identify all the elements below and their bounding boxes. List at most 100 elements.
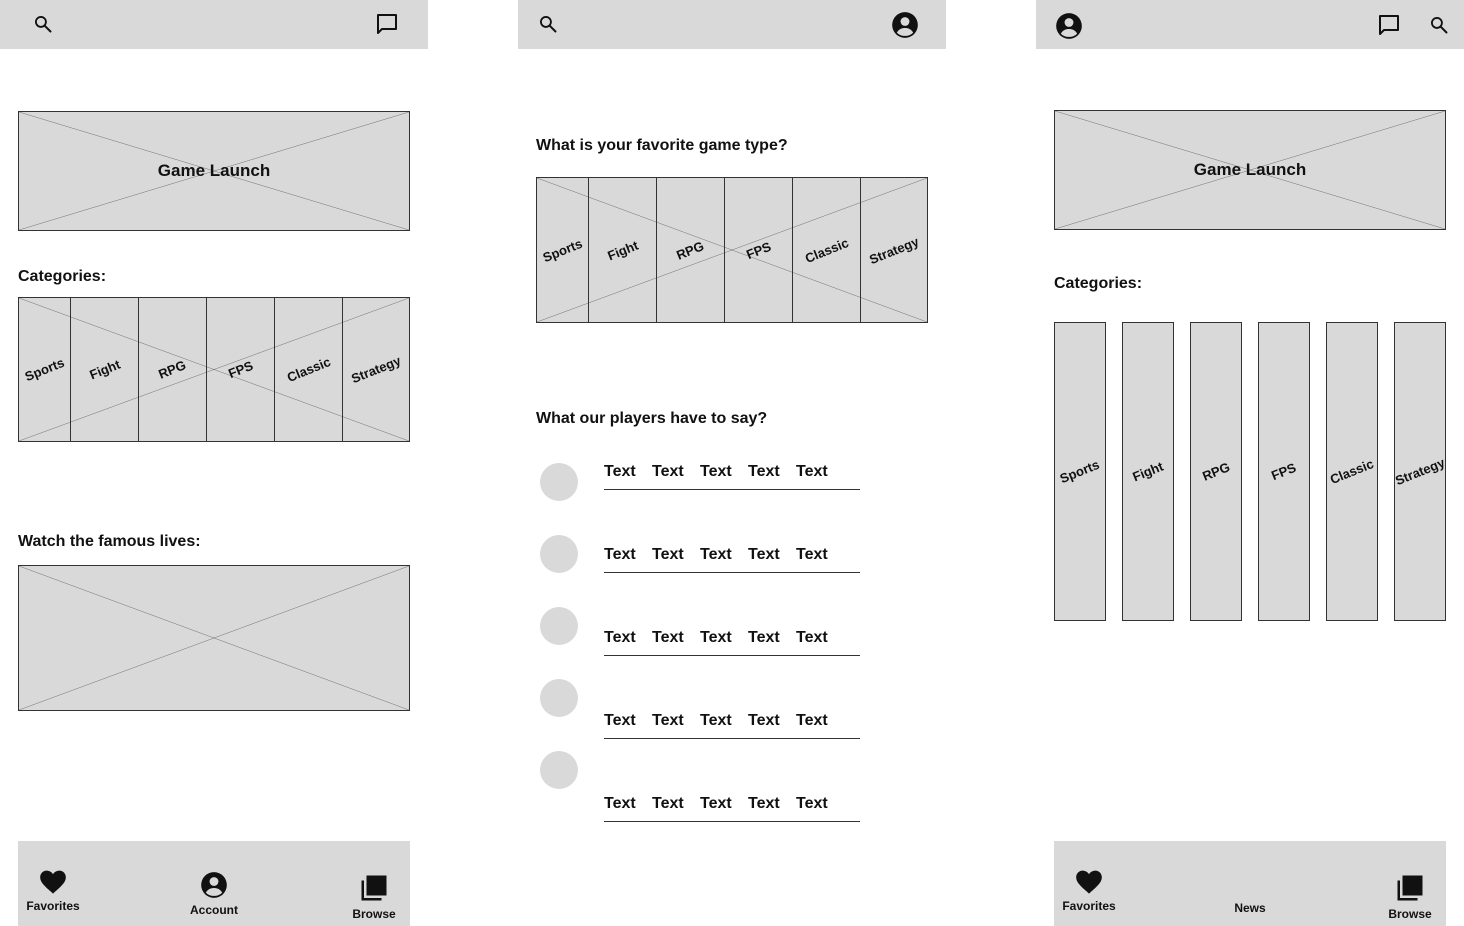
category-tile-fight[interactable]: Fight xyxy=(70,298,138,441)
review-word: Text xyxy=(604,463,636,480)
review-word: Text xyxy=(796,546,828,563)
game-type-label: Sports xyxy=(540,235,585,265)
avatar xyxy=(540,535,578,573)
account-circle-icon xyxy=(201,872,227,898)
game-type-options: Sports Fight RPG FPS Classic Strategy xyxy=(536,177,928,323)
nav-browse-label: Browse xyxy=(1388,907,1432,921)
search-icon[interactable] xyxy=(538,14,558,34)
avatar xyxy=(540,607,578,645)
survey-top-bar xyxy=(518,0,946,49)
search-icon[interactable] xyxy=(33,14,53,34)
category-label: Fight xyxy=(1130,458,1166,485)
review-item: Text Text Text Text Text xyxy=(540,535,870,595)
review-item: Text Text Text Text Text xyxy=(540,751,870,822)
review-word: Text xyxy=(748,795,780,812)
game-type-sports[interactable]: Sports xyxy=(537,178,588,322)
review-divider xyxy=(604,738,860,739)
review-word: Text xyxy=(652,463,684,480)
game-launch-label: Game Launch xyxy=(157,161,271,180)
category-tile-sports[interactable]: Sports xyxy=(19,298,70,441)
review-word: Text xyxy=(796,463,828,480)
category-column-fight[interactable]: Fight xyxy=(1122,322,1174,621)
review-word: Text xyxy=(604,795,636,812)
review-word: Text xyxy=(652,795,684,812)
review-divider xyxy=(604,821,860,822)
category-label: FPS xyxy=(1269,459,1299,484)
category-column-sports[interactable]: Sports xyxy=(1054,322,1106,621)
chat-icon[interactable] xyxy=(375,12,399,36)
nav-account[interactable]: Account xyxy=(184,871,244,917)
heart-icon xyxy=(40,870,66,894)
review-word: Text xyxy=(652,629,684,646)
game-launch-banner[interactable]: Game Launch xyxy=(1054,110,1446,230)
review-word: Text xyxy=(700,795,732,812)
game-type-fps[interactable]: FPS xyxy=(724,178,792,322)
category-label: Strategy xyxy=(1393,454,1447,489)
review-word: Text xyxy=(652,712,684,729)
categories-heading: Categories: xyxy=(1054,275,1143,292)
category-tile-classic[interactable]: Classic xyxy=(274,298,342,441)
live-stream-player[interactable] xyxy=(18,565,410,711)
nav-browse[interactable]: Browse xyxy=(1384,873,1436,921)
library-icon xyxy=(361,875,387,901)
library-icon xyxy=(1397,875,1423,901)
review-divider xyxy=(604,489,860,490)
nav-account-label: Account xyxy=(190,903,238,917)
nav-favorites-label: Favorites xyxy=(26,899,80,913)
testimonials-heading: What our players have to say? xyxy=(536,410,768,427)
categories-heading: Categories: xyxy=(18,268,107,285)
category-column-strategy[interactable]: Strategy xyxy=(1393,322,1447,621)
category-label: Sports xyxy=(22,354,67,385)
review-word: Text xyxy=(700,712,732,729)
category-tile-rpg[interactable]: RPG xyxy=(138,298,206,441)
review-item: Text Text Text Text Text xyxy=(540,463,870,523)
review-word: Text xyxy=(700,546,732,563)
category-label: Fight xyxy=(86,356,123,383)
review-item: Text Text Text Text Text xyxy=(540,679,870,739)
review-divider xyxy=(604,572,860,573)
account-circle-icon[interactable] xyxy=(891,11,919,39)
review-word: Text xyxy=(700,463,732,480)
category-tile-strategy[interactable]: Strategy xyxy=(342,298,409,441)
category-label: Classic xyxy=(1328,456,1376,487)
nav-news[interactable]: News xyxy=(1220,901,1280,915)
chat-icon[interactable] xyxy=(1377,13,1401,37)
game-type-rpg[interactable]: RPG xyxy=(656,178,724,322)
nav-favorites[interactable]: Favorites xyxy=(1060,869,1118,913)
game-type-label: RPG xyxy=(674,237,707,263)
lives-heading: Watch the famous lives: xyxy=(18,533,201,550)
review-word: Text xyxy=(748,712,780,729)
review-word: Text xyxy=(700,629,732,646)
browse-bottom-nav: Favorites News Browse xyxy=(1054,841,1446,926)
category-label: RPG xyxy=(156,357,189,382)
category-label: Classic xyxy=(284,354,333,385)
avatar xyxy=(540,679,578,717)
review-item: Text Text Text Text Text xyxy=(540,607,870,667)
nav-news-label: News xyxy=(1234,901,1266,915)
review-word: Text xyxy=(604,629,636,646)
category-column-rpg[interactable]: RPG xyxy=(1190,322,1242,621)
browse-top-bar xyxy=(1036,0,1464,49)
category-tile-fps[interactable]: FPS xyxy=(206,298,274,441)
category-label: FPS xyxy=(225,357,256,382)
nav-browse[interactable]: Browse xyxy=(348,873,400,921)
nav-favorites[interactable]: Favorites xyxy=(24,869,82,913)
review-word: Text xyxy=(652,546,684,563)
review-word: Text xyxy=(796,795,828,812)
review-word: Text xyxy=(604,712,636,729)
avatar xyxy=(540,751,578,789)
game-type-classic[interactable]: Classic xyxy=(792,178,860,322)
review-word: Text xyxy=(748,546,780,563)
review-word: Text xyxy=(796,712,828,729)
account-circle-icon[interactable] xyxy=(1055,12,1083,40)
game-type-fight[interactable]: Fight xyxy=(588,178,656,322)
review-divider xyxy=(604,655,860,656)
nav-favorites-label: Favorites xyxy=(1062,899,1116,913)
category-label: RPG xyxy=(1200,459,1232,484)
category-column-fps[interactable]: FPS xyxy=(1258,322,1310,621)
review-word: Text xyxy=(748,463,780,480)
game-type-strategy[interactable]: Strategy xyxy=(860,178,927,322)
search-icon[interactable] xyxy=(1429,15,1449,35)
game-launch-banner[interactable]: Game Launch xyxy=(18,111,410,231)
category-column-classic[interactable]: Classic xyxy=(1326,322,1378,621)
